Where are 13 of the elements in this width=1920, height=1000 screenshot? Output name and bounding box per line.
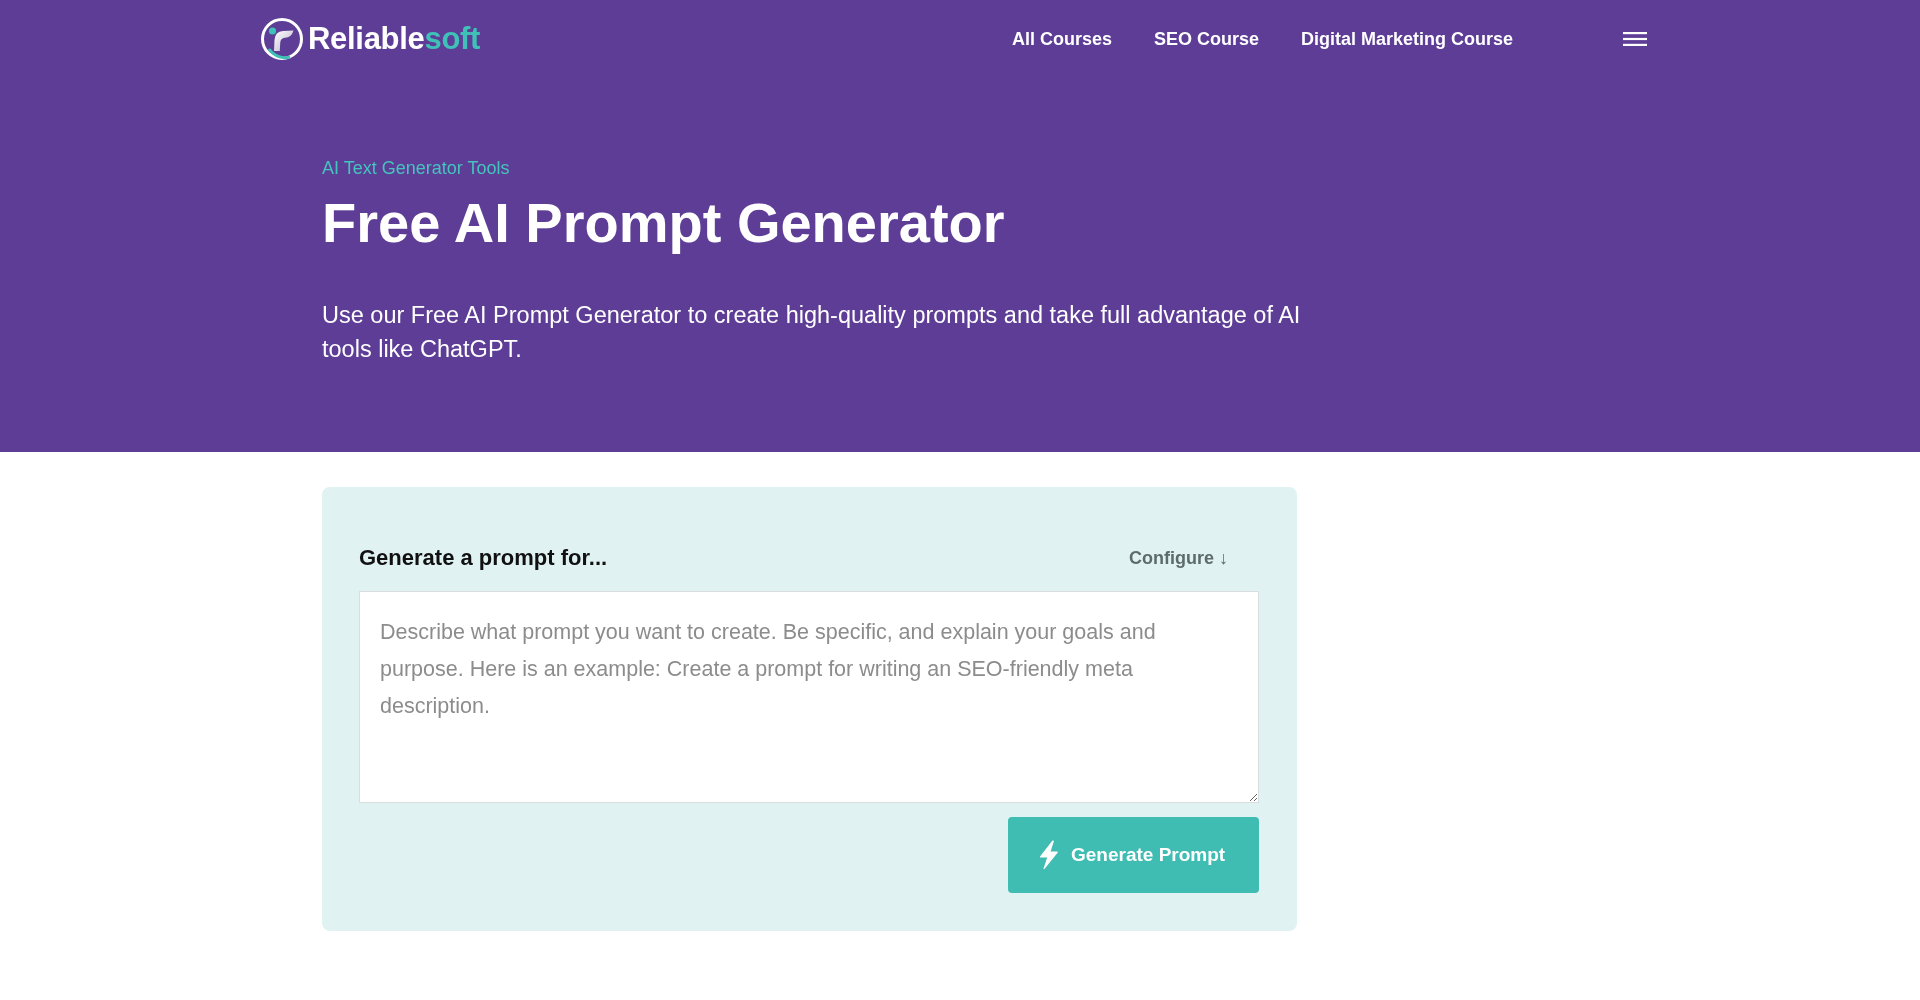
category-label: AI Text Generator Tools xyxy=(322,157,511,180)
page-title: Free AI Prompt Generator xyxy=(322,193,1006,253)
logo-wordmark[interactable]: Reliablesoft xyxy=(308,21,481,57)
nav-link[interactable]: SEO Course xyxy=(1153,27,1259,51)
page-description: Use our Free AI Prompt Generator to create high-quality prompts and take full advantage of AI tools like ChatGPT. xyxy=(322,301,1302,364)
menu-icon[interactable] xyxy=(1623,32,1647,46)
prompt-field[interactable]: Describe what prompt you want to create. Be specific, and explain your goals and purpose. Here is an example: Create a prompt for writing an SEO-friendly meta description. xyxy=(359,591,1259,803)
nav-link[interactable]: All Courses xyxy=(1011,27,1112,51)
lightning-icon xyxy=(1039,840,1059,870)
logo-icon[interactable] xyxy=(260,16,304,62)
nav-link[interactable]: Digital Marketing Course xyxy=(1300,27,1513,51)
configure-button[interactable]: Configure ↓ xyxy=(1129,544,1228,572)
prompt-heading: Generate a prompt for... xyxy=(359,544,608,572)
